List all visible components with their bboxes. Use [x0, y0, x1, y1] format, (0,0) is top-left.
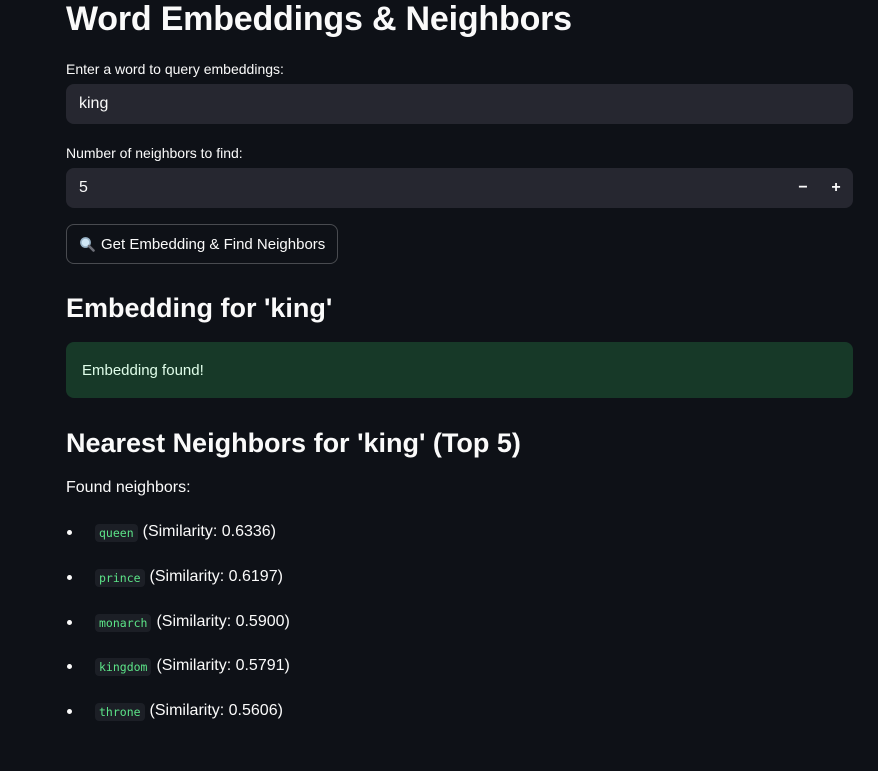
embedding-heading: Embedding for 'king': [66, 293, 333, 323]
list-item: throne (Similarity: 0.5606): [66, 699, 290, 744]
neighbors-count-stepper: − +: [66, 168, 853, 208]
neighbors-heading: Nearest Neighbors for 'king' (Top 5): [66, 428, 521, 458]
decrement-button[interactable]: −: [787, 168, 819, 208]
list-item: prince (Similarity: 0.6197): [66, 565, 290, 610]
page-title: Word Embeddings & Neighbors: [66, 0, 572, 38]
neighbor-similarity: (Similarity: 0.5791): [156, 657, 290, 675]
increment-button[interactable]: +: [820, 168, 852, 208]
list-item: monarch (Similarity: 0.5900): [66, 610, 290, 655]
get-embedding-button[interactable]: Get Embedding & Find Neighbors: [66, 224, 339, 264]
neighbor-word: queen: [95, 524, 138, 542]
neighbor-word: monarch: [95, 613, 152, 632]
neighbor-list: queen (Similarity: 0.6336) prince (Simil…: [66, 520, 290, 744]
neighbor-word: prince: [95, 568, 145, 587]
neighbor-similarity: (Similarity: 0.6197): [149, 567, 283, 585]
success-alert: Embedding found!: [66, 342, 853, 398]
neighbor-word: kingdom: [95, 658, 152, 677]
bullet-icon: [67, 619, 72, 625]
neighbor-word: throne: [95, 703, 145, 722]
word-query-input[interactable]: [66, 84, 853, 124]
bullet-icon: [67, 664, 72, 670]
bullet-icon: [67, 709, 72, 715]
neighbors-count-label: Number of neighbors to find:: [66, 145, 243, 161]
word-query-label: Enter a word to query embeddings:: [66, 61, 284, 77]
get-embedding-button-label: Get Embedding & Find Neighbors: [101, 235, 326, 253]
list-item: kingdom (Similarity: 0.5791): [66, 654, 290, 699]
found-neighbors-label: Found neighbors:: [66, 479, 191, 496]
success-alert-text: Embedding found!: [82, 361, 204, 379]
neighbor-similarity: (Similarity: 0.6336): [142, 523, 276, 540]
neighbors-count-input[interactable]: [66, 168, 766, 208]
neighbor-similarity: (Similarity: 0.5900): [156, 612, 290, 630]
bullet-icon: [67, 530, 72, 535]
bullet-icon: [67, 574, 72, 580]
neighbor-similarity: (Similarity: 0.5606): [149, 702, 283, 720]
list-item: queen (Similarity: 0.6336): [66, 520, 290, 565]
search-icon: [79, 236, 95, 252]
